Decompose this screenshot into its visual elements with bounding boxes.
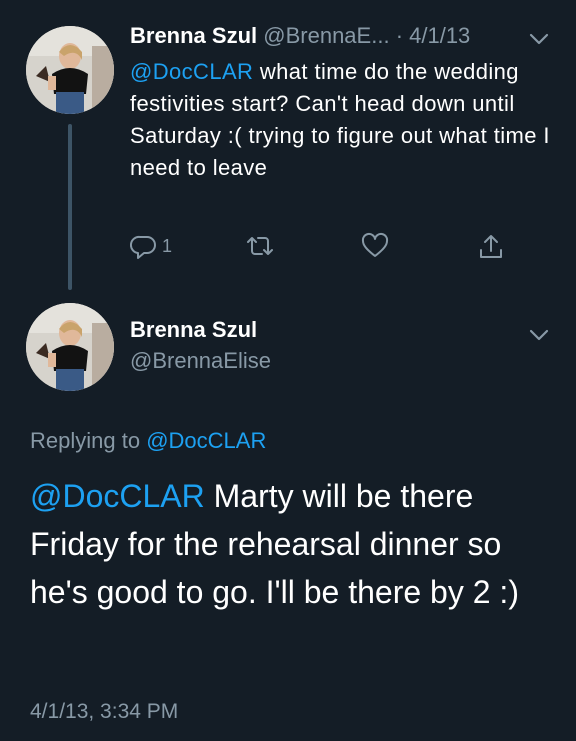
reply-button[interactable]: 1 bbox=[130, 232, 172, 260]
retweet-icon bbox=[247, 237, 273, 255]
tweet2-display-name-line: Brenna Szul bbox=[130, 316, 257, 344]
like-icon bbox=[361, 232, 389, 257]
tweet1-header: Brenna Szul @BrennaE... · 4/1/13 bbox=[130, 22, 470, 50]
username-handle[interactable]: @BrennaElise bbox=[130, 348, 271, 374]
share-icon bbox=[480, 235, 502, 258]
chevron-down-icon[interactable] bbox=[526, 322, 552, 348]
chevron-down-icon[interactable] bbox=[526, 26, 552, 52]
like-button[interactable] bbox=[360, 232, 390, 260]
replying-to-line: Replying to @DocCLAR bbox=[30, 428, 266, 454]
reply-icon bbox=[130, 235, 156, 259]
avatar[interactable] bbox=[26, 26, 114, 114]
tweet-timestamp[interactable]: 4/1/13, 3:34 PM bbox=[30, 700, 178, 724]
mention-link[interactable]: @DocCLAR bbox=[30, 478, 205, 514]
username-handle[interactable]: @BrennaE... bbox=[263, 23, 389, 48]
share-button[interactable] bbox=[476, 232, 506, 262]
reply-count: 1 bbox=[162, 235, 173, 256]
thread-line bbox=[68, 124, 72, 290]
tweet-date[interactable]: · 4/1/13 bbox=[396, 23, 471, 48]
avatar[interactable] bbox=[26, 303, 114, 391]
display-name[interactable]: Brenna Szul bbox=[130, 23, 257, 48]
replying-to-mention[interactable]: @DocCLAR bbox=[146, 428, 266, 453]
replying-to-label: Replying to bbox=[30, 428, 147, 453]
mention-link[interactable]: @DocCLAR bbox=[130, 59, 253, 84]
retweet-button[interactable] bbox=[244, 232, 276, 260]
tweet-text: @DocCLAR Marty will be there Friday for … bbox=[30, 472, 550, 616]
display-name[interactable]: Brenna Szul bbox=[130, 317, 257, 342]
tweet-text: @DocCLAR what time do the wedding festiv… bbox=[130, 56, 550, 184]
